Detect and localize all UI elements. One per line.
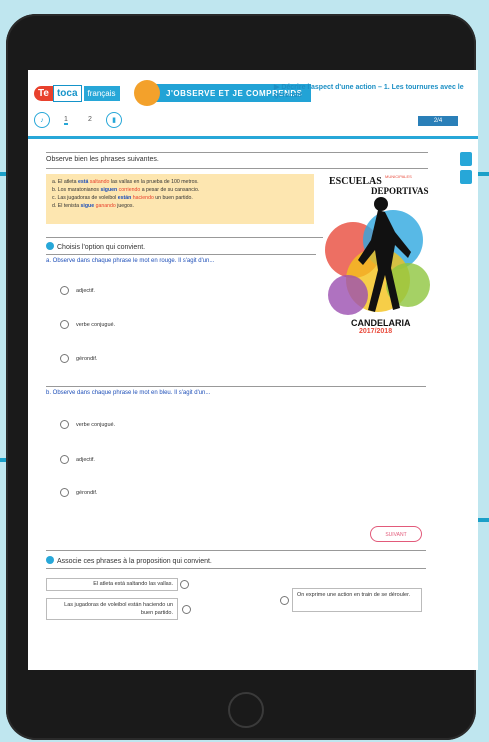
sentence-red: saltando [89,179,110,185]
option-a-gerondif: gérondif. [76,356,98,362]
match-left-2[interactable]: Las jugadoras de voleibol están haciendo… [46,598,178,620]
radio-a-adjectif[interactable] [60,286,69,295]
sentence-blue: sigue [80,203,95,209]
star-burst-icon [134,80,160,106]
radio-a-verbe[interactable] [60,320,69,329]
sentence-red: haciendo [132,195,154,201]
question-icon [46,556,54,564]
match-left-1[interactable]: El atleta está saltando las vallas. [46,578,178,591]
poster-footer: CANDELARIA [351,318,411,328]
sentence-suffix: las vallas en la prueba de 100 metros. [109,179,199,185]
sentence-red: ganando [95,203,116,209]
question-b: b. Observe dans chaque phrase le mot en … [46,390,211,396]
instruction-text: Observe bien les phrases suivantes. [46,156,159,163]
app-header: Te toca français J'OBSERVE ET JE COMPREN… [28,80,478,106]
sentence-blue: está [77,179,89,185]
nav-row: ♪ 1 2 ▮ 2/4 [34,112,474,134]
option-a-verbe: verbe conjugué. [76,322,116,328]
question-a: a. Observe dans chaque phrase le mot en … [46,258,215,264]
divider [46,168,428,169]
side-tools-tab[interactable] [460,170,472,184]
sentence-line: d. El tenista sigue ganando juegos. [52,202,308,210]
radio-b-verbe[interactable] [60,420,69,429]
sentence-suffix: juegos. [115,203,134,209]
sentence-prefix: a. El atleta [52,179,78,185]
header-divider [28,136,478,139]
app-logo: Te toca français [34,84,120,102]
tab-1[interactable]: 1 [64,116,68,125]
next-button[interactable]: SUIVANT [370,526,422,542]
poster-year: 2017/2018 [359,328,393,335]
sentence-line: c. Las jugadoras de voleibol están hacie… [52,194,308,202]
match-left-1-radio[interactable] [180,580,189,589]
sentence-line: a. El atleta está saltando las vallas en… [52,178,308,186]
poster-line2: MUNICIPALES [385,174,412,179]
question-icon [46,242,54,250]
choose-heading-text: Choisis l'option qui convient. [57,244,146,251]
sentence-blue: siguen [100,187,118,193]
side-edit-tab[interactable] [460,152,472,166]
option-b-verbe: verbe conjugué. [76,422,116,428]
sentence-prefix: d. El tenista [52,203,81,209]
sentence-red: corriendo [118,187,141,193]
logo-badge: français [83,85,120,101]
radio-a-gerondif[interactable] [60,354,69,363]
option-a-adjectif: adjectif. [76,288,95,294]
logo-main: toca [52,84,82,102]
poster-image: ESCUELAS MUNICIPALES DEPORTIVAS CANDELAR… [323,170,433,358]
sentence-line: b. Los maratonianos siguen corriendo a p… [52,186,308,194]
sentence-prefix: c. Las jugadoras de voleibol [52,195,118,201]
divider [46,152,428,153]
match-right-radio[interactable] [280,596,289,605]
logo-prefix: Te [34,85,53,101]
sentence-prefix: b. Los maratonianos [52,187,101,193]
sentence-blue: están [117,195,132,201]
app-screen: Te toca français J'OBSERVE ET JE COMPREN… [28,70,478,670]
associate-heading: Associe ces phrases à la proposition qui… [46,556,212,565]
divider [46,568,426,569]
match-right[interactable]: On exprime une action en train de se dér… [292,588,422,612]
poster-line3: DEPORTIVAS [371,186,429,196]
radio-b-adjectif[interactable] [60,455,69,464]
divider [46,550,426,551]
tab-2[interactable]: 2 [88,116,92,123]
sentence-suffix: un buen partido. [153,195,193,201]
option-b-adjectif: adjectif. [76,457,95,463]
divider [46,386,426,387]
lesson-title: ▶ Décrire l'aspect d'une action – 1. Les… [274,84,464,99]
divider [46,254,316,255]
choose-heading: Choisis l'option qui convient. [46,242,145,251]
associate-heading-text: Associe ces phrases à la proposition qui… [57,558,212,565]
radio-b-gerondif[interactable] [60,488,69,497]
stats-icon[interactable]: ▮ [106,112,122,128]
audio-icon[interactable]: ♪ [34,112,50,128]
option-b-gerondif: gérondif. [76,490,98,496]
page-indicator: 2/4 [418,116,458,126]
sentence-suffix: a pesar de su cansancio. [140,187,200,193]
sentences-box: a. El atleta está saltando las vallas en… [46,174,314,224]
match-left-2-radio[interactable] [182,605,191,614]
home-button[interactable] [228,692,264,728]
